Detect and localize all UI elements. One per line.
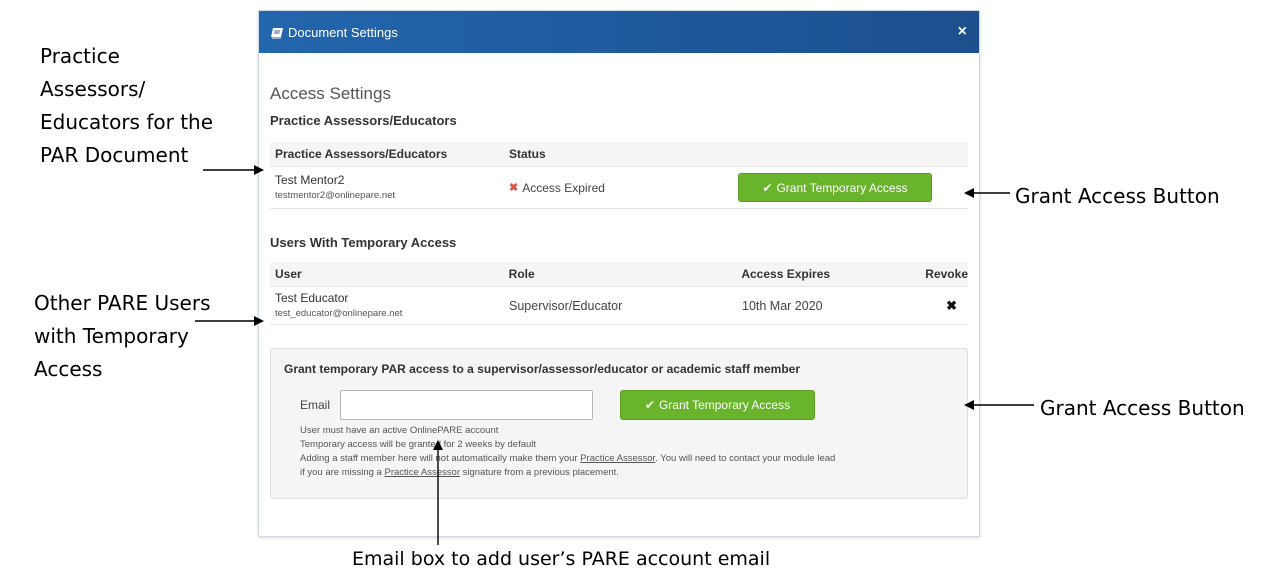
user-cell: Test Mentor2 testmentor2@onlinepare.net [275, 173, 509, 202]
temporary-access-table: User Role Access Expires Revoke Test Edu… [270, 262, 968, 325]
annotation-line: PAR Document [40, 143, 189, 167]
user-name: Test Educator [275, 291, 349, 305]
email-input[interactable] [340, 390, 593, 420]
user-email: test_educator@onlinepare.net [275, 308, 403, 319]
grant-temporary-access-button[interactable]: ✔ Grant Temporary Access [738, 173, 932, 202]
assessors-heading: Practice Assessors/Educators [270, 113, 457, 128]
modal-body: Access Settings Practice Assessors/Educa… [259, 84, 979, 499]
help-line: Temporary access will be granted for 2 w… [300, 439, 537, 450]
column-header: Practice Assessors/Educators [275, 147, 448, 161]
email-label: Email [300, 398, 331, 412]
table-row: Test Educator test_educator@onlinepare.n… [270, 287, 968, 325]
document-settings-modal: Document Settings × Access Settings Prac… [258, 10, 980, 537]
column-header: Access Expires [741, 267, 831, 281]
button-label: Grant Temporary Access [776, 180, 908, 195]
status-cell: ✖ Access Expired [509, 181, 738, 195]
email-row: Email ✔ Grant Temporary Access [284, 390, 954, 420]
help-text-part: if you are missing a [300, 467, 385, 478]
annotation-line: Assessors/ [40, 77, 146, 101]
revoke-cell: ✖ [897, 298, 957, 314]
annotation-line: Practice [40, 44, 120, 68]
annotation-email-box: Email box to add user’s PARE account ema… [352, 548, 771, 570]
expired-x-icon: ✖ [509, 182, 519, 194]
close-icon[interactable]: × [958, 24, 967, 40]
practice-assessor-link[interactable]: Practice Assessor [384, 467, 460, 478]
help-line: if you are missing a Practice Assessor s… [284, 466, 954, 480]
annotation-par-document: Practice Assessors/ Educators for the PA… [40, 40, 240, 172]
check-icon: ✔ [644, 398, 655, 412]
temporary-access-heading: Users With Temporary Access [270, 235, 457, 250]
practice-assessor-link[interactable]: Practice Assessor [580, 453, 655, 464]
status-text: Access Expired [522, 180, 605, 195]
annotation-line: with Temporary [34, 324, 189, 348]
modal-title: Document Settings [288, 24, 398, 40]
annotation-line: Access [34, 357, 103, 381]
annotation-grant-button-1: Grant Access Button [1015, 184, 1220, 208]
column-header: Revoke [925, 267, 968, 281]
help-text-part: signature from a previous placement. [459, 467, 619, 478]
assessors-table: Practice Assessors/Educators Status Test… [270, 142, 968, 209]
panel-heading: Grant temporary PAR access to a supervis… [284, 362, 800, 376]
annotation-other-users: Other PARE Users with Temporary Access [34, 287, 234, 386]
role-cell: Supervisor/Educator [509, 298, 623, 313]
help-line: User must have an active OnlinePARE acco… [300, 425, 499, 436]
section-title: Access Settings [270, 84, 391, 103]
check-icon: ✔ [762, 180, 773, 195]
user-name: Test Mentor2 [275, 173, 345, 187]
user-email: testmentor2@onlinepare.net [275, 190, 396, 201]
help-text: User must have an active OnlinePARE acco… [284, 424, 954, 480]
table-row: Test Mentor2 testmentor2@onlinepare.net … [270, 167, 968, 209]
button-label: Grant Temporary Access [658, 398, 791, 412]
column-header: Role [508, 267, 535, 281]
table-header: Practice Assessors/Educators Status [270, 142, 968, 167]
help-text-part: . You will need to contact your module l… [655, 453, 836, 464]
table-header: User Role Access Expires Revoke [270, 262, 968, 287]
column-header: Status [509, 147, 546, 161]
help-line: Adding a staff member here will not auto… [284, 452, 954, 466]
annotation-line: Other PARE Users [34, 291, 211, 315]
grant-access-panel: Grant temporary PAR access to a supervis… [270, 348, 968, 499]
revoke-icon[interactable]: ✖ [946, 298, 957, 313]
modal-header: Document Settings × [259, 11, 979, 53]
annotation-line: Educators for the [40, 110, 214, 134]
annotation-grant-button-2: Grant Access Button [1040, 396, 1245, 420]
column-header: User [275, 267, 302, 281]
user-cell: Test Educator test_educator@onlinepare.n… [275, 291, 509, 320]
expires-cell: 10th Mar 2020 [742, 298, 823, 313]
grant-temporary-access-button[interactable]: ✔ Grant Temporary Access [620, 390, 815, 420]
book-icon [271, 27, 283, 38]
help-text-part: Adding a staff member here will not auto… [300, 453, 581, 464]
